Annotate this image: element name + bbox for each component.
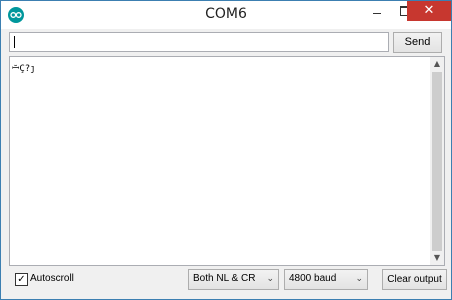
close-button[interactable]: ✕ xyxy=(407,1,451,21)
line-ending-dropdown[interactable]: Both NL & CR ⌄ xyxy=(188,269,279,290)
serial-input-field[interactable] xyxy=(9,32,389,52)
baud-rate-value: 4800 baud xyxy=(289,273,337,284)
vertical-scrollbar[interactable]: ▲ ▼ xyxy=(430,57,444,265)
line-ending-value: Both NL & CR xyxy=(193,273,256,284)
serial-monitor-window: COM6 ✕ Send ꟷ̆Ç?ȷ ▲ ▼ ✓ Autoscroll Both … xyxy=(0,0,452,300)
minimize-button[interactable] xyxy=(364,1,390,21)
title-bar[interactable]: COM6 ✕ xyxy=(1,1,451,29)
close-icon: ✕ xyxy=(423,3,435,18)
send-button[interactable]: Send xyxy=(393,32,442,53)
checkmark-icon: ✓ xyxy=(17,274,26,285)
autoscroll-checkbox[interactable]: ✓ xyxy=(15,273,28,286)
serial-output-area[interactable]: ꟷ̆Ç?ȷ ▲ ▼ xyxy=(9,56,445,266)
text-caret xyxy=(14,36,15,48)
scroll-down-arrow-icon[interactable]: ▼ xyxy=(430,251,444,265)
scroll-up-arrow-icon[interactable]: ▲ xyxy=(430,57,444,71)
minimize-icon xyxy=(373,13,381,14)
clear-output-button[interactable]: Clear output xyxy=(382,269,447,290)
scrollbar-thumb[interactable] xyxy=(432,72,442,251)
chevron-down-icon: ⌄ xyxy=(355,273,363,283)
autoscroll-label: Autoscroll xyxy=(30,273,74,284)
chevron-down-icon: ⌄ xyxy=(266,273,274,283)
serial-output-text: ꟷ̆Ç?ȷ xyxy=(12,64,36,74)
baud-rate-dropdown[interactable]: 4800 baud ⌄ xyxy=(284,269,368,290)
